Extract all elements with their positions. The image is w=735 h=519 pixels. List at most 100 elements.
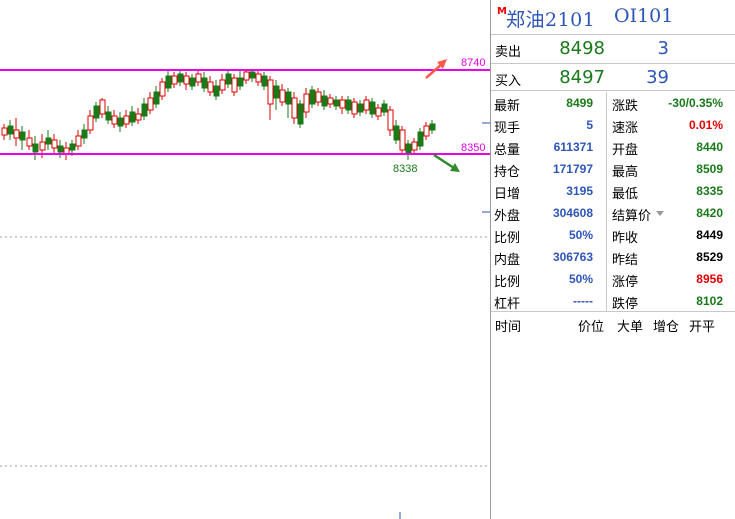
candle-body — [417, 131, 424, 147]
candle-body — [75, 135, 82, 147]
candle-body — [195, 73, 202, 83]
candle-body — [159, 81, 166, 97]
stat-label: 昨结 — [612, 253, 639, 268]
stat-value: 3195 — [566, 184, 593, 198]
candle-body — [279, 89, 286, 103]
candle-body — [381, 103, 388, 113]
candle-body — [315, 91, 322, 103]
stat-label: 最新 — [494, 99, 521, 114]
stat-row: 最新 8499 涨跌 -30/0.35% — [491, 92, 735, 114]
stat-label: 比例 — [494, 275, 521, 290]
candles-group — [1, 70, 436, 160]
stat-value: 8335 — [696, 184, 723, 198]
stat-value: 8499 — [566, 96, 593, 110]
col-big-order: 大单 — [617, 320, 644, 335]
candle-body — [285, 91, 292, 105]
bid-price[interactable]: 8497 — [557, 67, 605, 88]
candle-body — [117, 117, 124, 127]
stat-row: 内盘 306763 昨结 8529 — [491, 246, 735, 268]
candle-body — [7, 125, 14, 135]
stat-value: 8420 — [696, 206, 723, 220]
candle-body — [99, 99, 106, 115]
candle-body — [291, 97, 298, 119]
bid-row[interactable]: 买入 8497 39 — [491, 64, 735, 93]
candle-body — [189, 77, 196, 87]
ask-price[interactable]: 8498 — [557, 38, 605, 59]
stat-label: 最低 — [612, 187, 639, 202]
stat-row: 比例 50% 涨停 8956 — [491, 268, 735, 290]
candle-body — [255, 73, 262, 83]
candle-body — [171, 75, 178, 85]
stat-row: 总量 611371 开盘 8440 — [491, 136, 735, 158]
col-open-close: 开平 — [689, 320, 716, 335]
candle-body — [369, 101, 376, 115]
candle-body — [351, 101, 358, 115]
candle-body — [201, 77, 208, 89]
stat-label: 外盘 — [494, 209, 521, 224]
stat-value: 5 — [586, 118, 593, 132]
candle-body — [273, 85, 280, 99]
candle-body — [387, 109, 394, 131]
instrument-title[interactable]: 郑油2101 — [506, 5, 595, 32]
candle-body — [32, 143, 39, 153]
candle-body — [183, 75, 190, 85]
candle-body — [321, 95, 328, 107]
stat-label: 涨停 — [612, 275, 639, 290]
candle-body — [399, 129, 406, 151]
instrument-header: M 郑油2101 OI101 — [491, 0, 735, 35]
stat-label: 最高 — [612, 165, 639, 180]
stat-label: 总量 — [494, 143, 521, 158]
candle-body — [213, 85, 220, 97]
ask-label: 卖出 — [495, 45, 522, 60]
stat-value: 0.01% — [688, 118, 723, 132]
candle-body — [345, 99, 352, 111]
divider — [491, 90, 735, 91]
candle-body — [243, 71, 250, 81]
candle-body — [327, 97, 334, 105]
candle-body — [405, 143, 412, 155]
stat-value: 171797 — [552, 162, 593, 176]
candle-body — [249, 71, 256, 79]
stat-value: 50% — [568, 228, 593, 242]
stat-value: 8509 — [696, 162, 723, 176]
stat-value: 8529 — [696, 250, 723, 264]
candle-body — [261, 75, 268, 87]
stat-value: 8102 — [696, 294, 723, 308]
upper-line-label: 8740 — [461, 57, 485, 69]
candle-body — [207, 81, 214, 93]
candle-body — [219, 79, 226, 91]
candle-body — [267, 79, 274, 105]
candle-body — [165, 75, 172, 89]
stat-label: 结算价 — [612, 209, 652, 224]
ask-row[interactable]: 卖出 8498 3 — [491, 35, 735, 64]
candle-body — [333, 99, 340, 107]
stat-value: 304608 — [552, 206, 593, 220]
quote-panel: M 郑油2101 OI101 卖出 8498 3 买入 8497 39 最新 84… — [490, 0, 735, 519]
trades-header: 时间 价位 大单 增仓 开平 — [491, 314, 735, 336]
stat-row: 持仓 171797 最高 8509 — [491, 158, 735, 180]
candle-body — [423, 125, 430, 137]
candle-body — [393, 125, 400, 141]
candle-body — [303, 93, 310, 113]
candle-body — [177, 73, 184, 83]
stat-row: 日增 3195 最低 8335 — [491, 180, 735, 202]
candle-body — [429, 123, 436, 131]
candle-body — [105, 111, 112, 121]
candle-body — [69, 143, 76, 151]
stat-value: 306763 — [552, 250, 593, 264]
candle-body — [39, 141, 46, 151]
stat-value: -30/0.35% — [668, 96, 723, 110]
column-divider — [606, 92, 607, 311]
candle-body — [51, 139, 58, 149]
candlestick-chart[interactable]: 8740 8350 8338 — [0, 0, 490, 519]
bid-label: 买入 — [495, 74, 522, 89]
candle-body — [231, 77, 238, 93]
instrument-code[interactable]: OI101 — [614, 5, 673, 27]
stat-value: ----- — [573, 294, 593, 308]
stat-label: 速涨 — [612, 121, 639, 136]
stat-label: 开盘 — [612, 143, 639, 158]
stat-label: 昨收 — [612, 231, 639, 246]
candle-body — [375, 107, 382, 117]
stat-value: 8440 — [696, 140, 723, 154]
candle-body — [123, 115, 130, 125]
